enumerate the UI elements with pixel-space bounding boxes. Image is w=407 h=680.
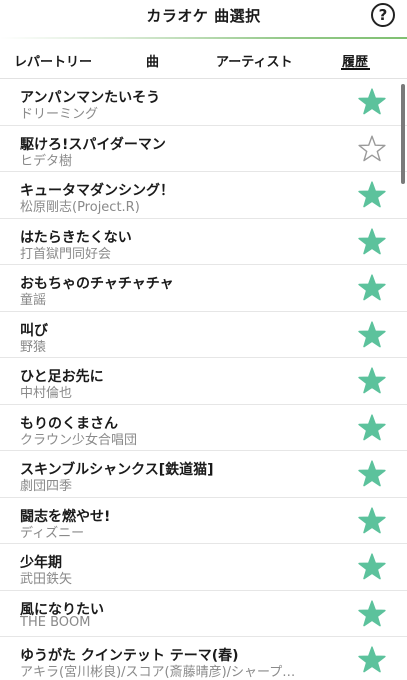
scrollbar[interactable]: [401, 84, 405, 184]
active-tab-indicator: [341, 68, 370, 70]
header: カラオケ 曲選択 ?: [0, 0, 407, 38]
song-row[interactable]: 叫び 野猿: [0, 312, 407, 358]
song-artist: ヒデタ樹: [20, 153, 73, 169]
star-filled-icon[interactable]: [357, 180, 387, 210]
song-row[interactable]: ひと足お先に 中村倫也: [0, 358, 407, 405]
song-row[interactable]: もりのくまさん クラウン少女合唱団: [0, 405, 407, 451]
song-row[interactable]: 風になりたい THE BOOM: [0, 591, 407, 637]
song-artist: THE BOOM: [20, 614, 91, 630]
song-row[interactable]: 闘志を燃やせ! ディズニー: [0, 498, 407, 544]
star-outline-icon[interactable]: [357, 134, 387, 164]
song-artist: 童謡: [20, 293, 47, 308]
song-artist: 打首獄門同好会: [20, 246, 112, 262]
tab-bar: レパートリー 曲 アーティスト 履歴: [0, 39, 407, 79]
star-filled-icon[interactable]: [357, 366, 387, 396]
star-filled-icon[interactable]: [357, 459, 387, 489]
song-row[interactable]: ゆうがた クインテット テーマ(春) アキラ(宮川彬良)/スコア(斎藤晴彦)/シ…: [0, 637, 407, 680]
star-filled-icon[interactable]: [357, 645, 387, 675]
karaoke-song-select-screen: カラオケ 曲選択 ? レパートリー 曲 アーティスト 履歴 アンパンマンたいそう…: [0, 0, 407, 680]
song-row[interactable]: おもちゃのチャチャチャ 童謡: [0, 265, 407, 312]
star-filled-icon[interactable]: [357, 227, 387, 257]
song-row[interactable]: はたらきたくない 打首獄門同好会: [0, 219, 407, 265]
song-artist: 中村倫也: [20, 386, 73, 401]
tab-songs[interactable]: 曲: [146, 51, 159, 70]
song-artist: クラウン少女合唱団: [20, 432, 138, 448]
star-filled-icon[interactable]: [357, 506, 387, 536]
song-artist: ドリーミング: [20, 107, 99, 122]
song-artist: アキラ(宮川彬良)/スコア(斎藤晴彦)/シャープ…: [20, 665, 296, 680]
song-row[interactable]: 駆けろ!スパイダーマン ヒデタ樹: [0, 126, 407, 172]
song-row[interactable]: アンパンマンたいそう ドリーミング: [0, 79, 407, 126]
star-filled-icon[interactable]: [357, 552, 387, 582]
help-icon[interactable]: ?: [371, 3, 395, 27]
song-artist: ディズニー: [20, 525, 85, 541]
star-filled-icon[interactable]: [357, 273, 387, 303]
tab-artists[interactable]: アーティスト: [216, 51, 292, 70]
song-artist: 武田鉄矢: [20, 572, 73, 587]
star-filled-icon[interactable]: [357, 599, 387, 629]
page-title: カラオケ 曲選択: [146, 7, 261, 25]
song-artist: 劇団四季: [20, 479, 73, 494]
song-artist: 野猿: [20, 339, 47, 355]
song-row[interactable]: スキンブルシャンクス[鉄道猫] 劇団四季: [0, 451, 407, 498]
song-list[interactable]: アンパンマンたいそう ドリーミング 駆けろ!スパイダーマン ヒデタ樹 キュータマ…: [0, 79, 407, 680]
star-filled-icon[interactable]: [357, 320, 387, 350]
song-row[interactable]: 少年期 武田鉄矢: [0, 544, 407, 591]
song-artist: 松原剛志(Project.R): [20, 200, 140, 215]
star-filled-icon[interactable]: [357, 413, 387, 443]
tab-repertoire[interactable]: レパートリー: [14, 51, 92, 70]
star-filled-icon[interactable]: [357, 87, 387, 117]
song-row[interactable]: キュータマダンシング！ 松原剛志(Project.R): [0, 172, 407, 219]
